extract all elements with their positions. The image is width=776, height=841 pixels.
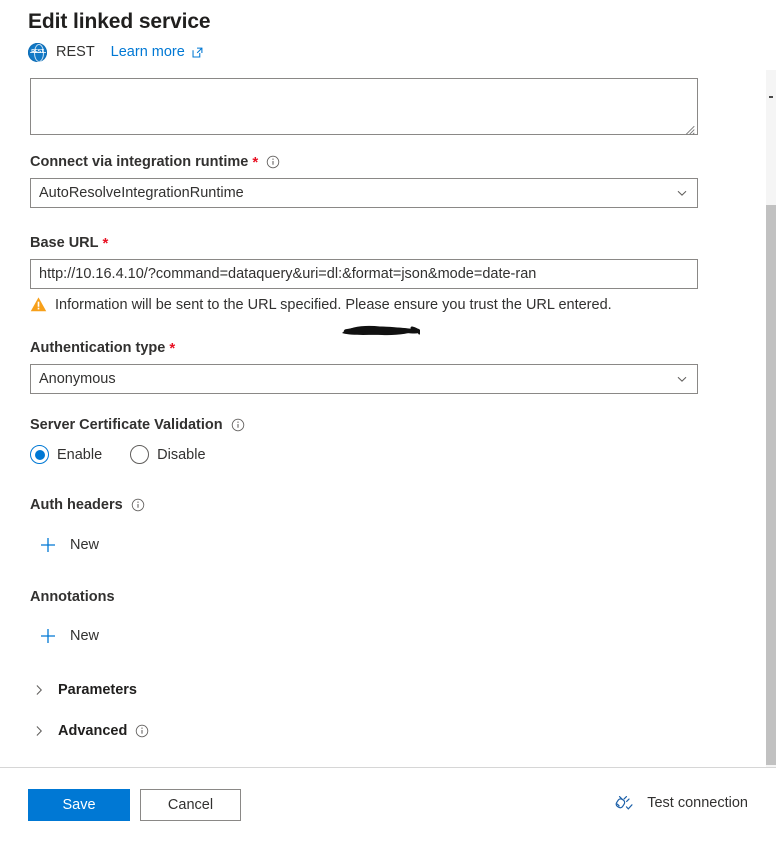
plus-icon — [38, 535, 58, 555]
form-scroll-area: Connect via integration runtime * AutoRe… — [0, 70, 766, 767]
server-certificate-validation-label: Server Certificate Validation — [30, 415, 245, 435]
scrollbar-thumb[interactable] — [766, 205, 776, 765]
save-button[interactable]: Save — [28, 789, 130, 821]
authentication-type-field: Authentication type * Anonymous — [30, 338, 698, 394]
base-url-warning-text: Information will be sent to the URL spec… — [55, 296, 612, 313]
integration-runtime-label: Connect via integration runtime * — [30, 152, 698, 172]
chevron-down-icon — [675, 186, 689, 200]
base-url-value-suffix: &format=json&mode=date-ran — [342, 266, 537, 282]
external-link-icon — [191, 46, 204, 59]
required-marker: * — [252, 153, 259, 171]
base-url-label: Base URL * — [30, 234, 109, 252]
required-marker: * — [102, 234, 109, 252]
parameters-section-toggle[interactable]: Parameters — [32, 680, 137, 700]
service-type-row: REST REST Learn more — [28, 41, 766, 63]
rest-icon-label: REST — [31, 48, 44, 55]
server-certificate-validation-radio-group: Enable Disable — [30, 445, 234, 464]
radio-enable-dot — [30, 445, 49, 464]
annotations-new-label: New — [70, 628, 100, 644]
auth-headers-label: Auth headers — [30, 495, 145, 515]
integration-runtime-field: Connect via integration runtime * AutoRe… — [30, 152, 698, 208]
radio-enable-label: Enable — [57, 446, 103, 463]
rest-icon: REST — [28, 42, 47, 62]
required-marker: * — [169, 339, 176, 357]
advanced-section-toggle[interactable]: Advanced — [32, 721, 149, 741]
info-icon[interactable] — [131, 498, 145, 512]
info-icon[interactable] — [231, 418, 245, 432]
base-url-input[interactable]: http://10.16.4.10/?command=dataquery&uri… — [30, 259, 698, 289]
auth-headers-new-button[interactable]: New — [38, 535, 99, 555]
integration-runtime-select[interactable]: AutoResolveIntegrationRuntime — [30, 178, 698, 208]
info-icon[interactable] — [266, 155, 280, 169]
radio-disable-label: Disable — [157, 446, 206, 463]
annotations-label: Annotations — [30, 589, 115, 605]
learn-more-text: Learn more — [110, 44, 185, 60]
chevron-right-icon — [32, 724, 46, 738]
parameters-label: Parameters — [58, 682, 137, 698]
plus-icon — [38, 626, 58, 646]
test-connection-label: Test connection — [647, 795, 748, 811]
radio-enable[interactable]: Enable — [30, 445, 102, 464]
auth-headers-new-label: New — [70, 537, 100, 553]
base-url-value: http://10.16.4.10/?command=dataquery&uri… — [39, 266, 689, 282]
base-url-field: Base URL * http://10.16.4.10/?command=da… — [30, 233, 698, 289]
description-textarea[interactable] — [30, 78, 698, 135]
advanced-label: Advanced — [58, 723, 128, 739]
authentication-type-value: Anonymous — [39, 371, 116, 387]
service-type-label: REST — [56, 44, 95, 60]
base-url-value-prefix: http://10.16.4.10/?command=dataquery&uri… — [39, 266, 343, 282]
authentication-type-select[interactable]: Anonymous — [30, 364, 698, 394]
test-connection-button[interactable]: Test connection — [614, 792, 748, 814]
test-connection-icon — [614, 792, 636, 814]
radio-disable[interactable]: Disable — [130, 445, 206, 464]
learn-more-link[interactable]: Learn more — [111, 44, 204, 60]
resize-grip-icon[interactable] — [685, 122, 695, 135]
warning-icon — [30, 296, 47, 313]
edit-linked-service-panel: Edit linked service REST REST Learn more — [0, 0, 776, 841]
scrollbar-tick — [769, 96, 773, 98]
radio-disable-dot — [130, 445, 150, 464]
cancel-button[interactable]: Cancel — [140, 789, 241, 821]
base-url-warning: Information will be sent to the URL spec… — [30, 296, 612, 313]
panel-footer: Save Cancel Test connection — [0, 767, 776, 841]
chevron-down-icon — [675, 372, 689, 386]
panel-header: Edit linked service REST REST Learn more — [0, 0, 766, 63]
info-icon[interactable] — [135, 724, 149, 738]
chevron-right-icon — [32, 683, 46, 697]
annotations-new-button[interactable]: New — [38, 626, 99, 646]
authentication-type-label: Authentication type * — [30, 339, 176, 357]
integration-runtime-value: AutoResolveIntegrationRuntime — [39, 185, 244, 201]
page-title: Edit linked service — [28, 10, 211, 33]
vertical-scrollbar[interactable] — [766, 70, 776, 767]
